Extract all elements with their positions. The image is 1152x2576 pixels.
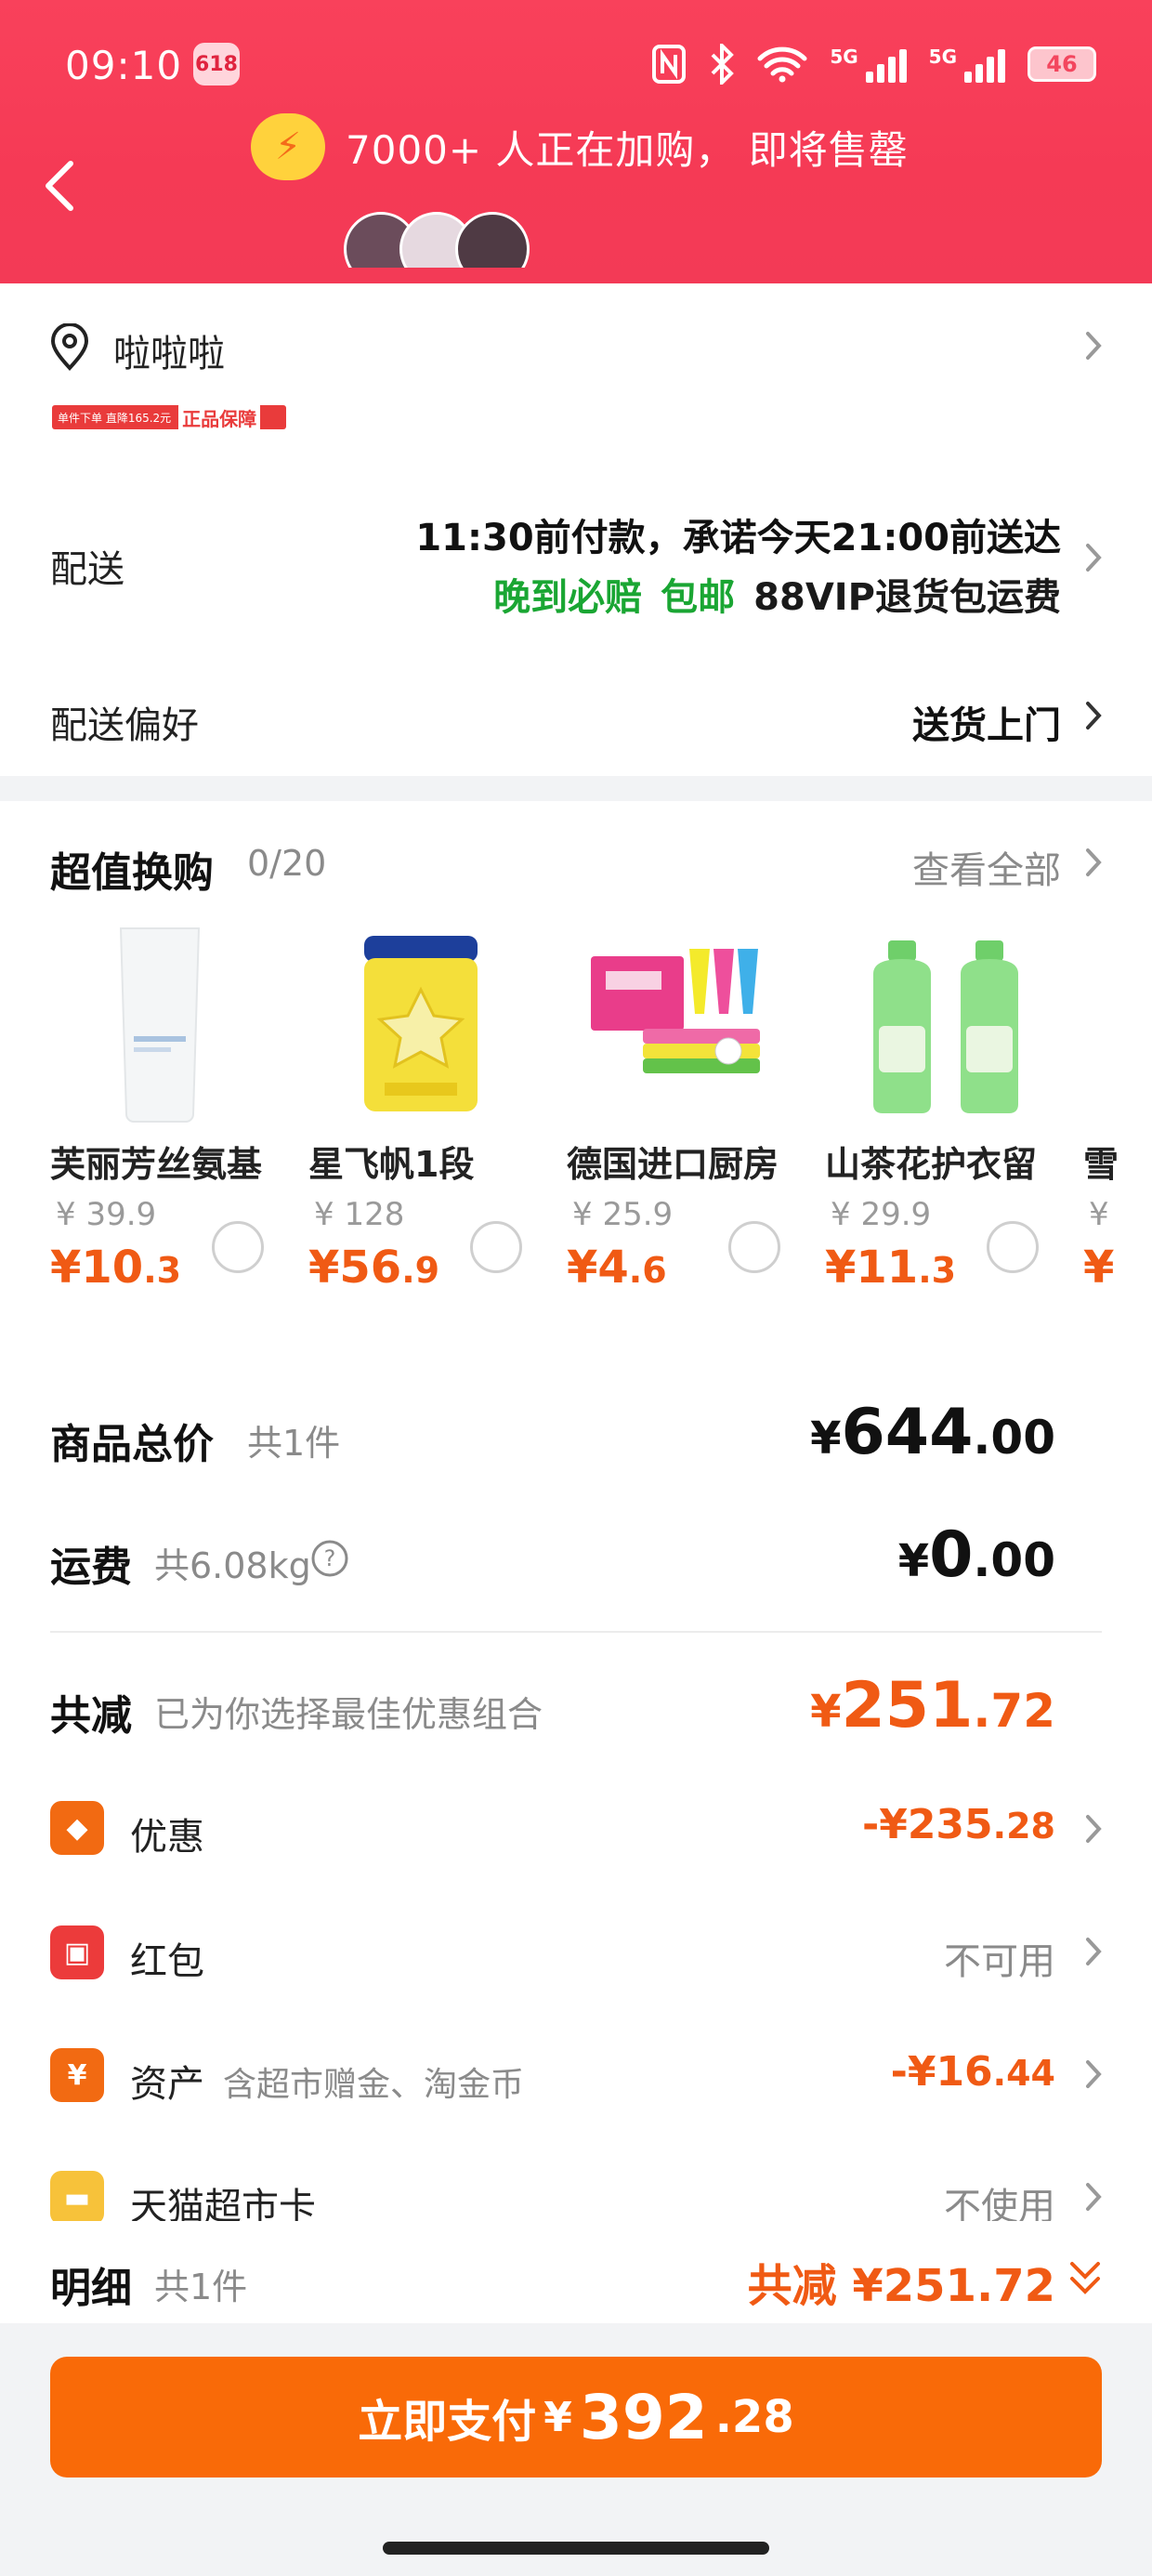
product-image-bottles[interactable] [864, 937, 1050, 1118]
price-decimal: .3 [918, 1250, 957, 1291]
discount-tag-icon: ◆ [50, 1801, 104, 1855]
item-discount-value[interactable]: -¥235.28 [862, 1801, 1055, 1848]
shipping-label: 运费 [50, 1544, 132, 1591]
svg-text:?: ? [324, 1545, 336, 1571]
item-asset-sub: 含超市赠金、淘金币 [223, 2066, 525, 2104]
select-radio[interactable] [212, 1221, 264, 1273]
product-image-formula[interactable] [360, 934, 481, 1115]
exchange-count: 0/20 [247, 843, 327, 884]
yen-asset-icon: ¥ [50, 2048, 104, 2102]
return-shipping-text: 88VIP退货包运费 [753, 576, 1061, 619]
item-asset-label[interactable]: 资产 [130, 2054, 204, 2108]
product-name[interactable]: 雪 [1083, 1136, 1152, 1187]
promo-banner: ⚡ 7000+ 人正在加购， 即将售罄 [251, 113, 909, 180]
reduce-label: 共减 [50, 1692, 132, 1740]
delivery-label: 配送 [50, 548, 124, 591]
price-integer: ¥4 [567, 1242, 629, 1294]
select-radio[interactable] [470, 1221, 522, 1273]
back-icon[interactable] [41, 158, 78, 214]
shipping-amount: ¥0.00 [897, 1518, 1055, 1592]
detail-reduce[interactable]: 共减 ¥251.72 [748, 2249, 1055, 2314]
nfc-icon [652, 45, 687, 84]
item-discount-label[interactable]: 优惠 [130, 1807, 204, 1860]
price-decimal: .9 [401, 1250, 440, 1291]
select-radio[interactable] [728, 1221, 780, 1273]
product-price: ¥ [1083, 1242, 1152, 1294]
reduce-description: 已为你选择最佳优惠组合 [154, 1694, 543, 1735]
bluetooth-icon [711, 44, 735, 85]
shipping-weight: 共6.08kg [154, 1545, 311, 1586]
product-name[interactable]: 星飞帆1段 [308, 1136, 541, 1187]
address-name[interactable]: 啦啦啦 [113, 323, 225, 377]
product-original-price: ¥ [1089, 1196, 1109, 1233]
chevron-right-icon[interactable] [1083, 1812, 1104, 1846]
price-integer: ¥11 [825, 1242, 919, 1294]
detail-count: 共1件 [154, 2267, 248, 2307]
app-badge-icon: 618 [193, 43, 240, 85]
price-integer: ¥10 [50, 1242, 144, 1294]
help-icon[interactable]: ? [310, 1539, 349, 1578]
chevron-right-icon[interactable] [1083, 2057, 1104, 2091]
total-label: 商品总价 [50, 1421, 214, 1468]
buyer-avatars [344, 212, 622, 268]
status-icons: 5G 5G 46 [651, 39, 1096, 89]
lightning-icon: ⚡ [251, 113, 325, 180]
item-redpacket-value[interactable]: 不可用 [944, 1931, 1055, 1985]
product-image-cleanser[interactable] [113, 925, 206, 1124]
select-radio[interactable] [987, 1221, 1039, 1273]
status-time: 09:10 [65, 43, 183, 88]
see-all-link[interactable]: 查看全部 [912, 840, 1061, 894]
chevron-right-icon[interactable] [1083, 2180, 1104, 2214]
guarantee-tag: 单件下单 直降165.2元 正品保障 [52, 403, 286, 431]
red-packet-icon: ▣ [50, 1925, 104, 1979]
free-shipping-badge: 包邮 [661, 576, 736, 619]
price-integer: ¥56 [308, 1242, 402, 1294]
late-compensation-badge: 晚到必赔 [493, 576, 643, 619]
chevron-right-icon[interactable] [1083, 541, 1104, 574]
item-asset-value[interactable]: -¥16.44 [891, 2048, 1055, 2096]
preference-label: 配送偏好 [50, 704, 199, 747]
chevron-right-icon[interactable] [1083, 699, 1104, 732]
promo-text: 7000+ 人正在加购， 即将售罄 [346, 126, 909, 173]
price-decimal: .6 [628, 1250, 667, 1291]
wifi-icon [757, 46, 807, 83]
delivery-promise[interactable]: 11:30前付款，承诺今天21:00前送达 [415, 507, 1061, 561]
price-integer: ¥ [1083, 1242, 1115, 1294]
home-indicator [383, 2542, 769, 2555]
signal-2-icon: 5G [929, 46, 1005, 83]
reduce-amount: ¥251.72 [810, 1669, 1055, 1742]
product-image-towels[interactable] [587, 943, 773, 1083]
signal-1-icon: 5G [830, 46, 907, 83]
pay-now-button[interactable]: 立即支付 ¥392.28 [50, 2357, 1102, 2477]
product-name[interactable]: 芙丽芳丝氨基 [50, 1136, 282, 1187]
chevron-right-icon[interactable] [1083, 1935, 1104, 1968]
chevron-right-icon[interactable] [1083, 846, 1104, 879]
total-amount: ¥644.00 [810, 1396, 1055, 1469]
detail-label: 明细 [50, 2265, 132, 2312]
product-name[interactable]: 山茶花护衣留 [825, 1136, 1057, 1187]
product-name[interactable]: 德国进口厨房 [567, 1136, 799, 1187]
exchange-title: 超值换购 [50, 849, 214, 897]
price-decimal: .3 [143, 1250, 182, 1291]
total-count: 共1件 [247, 1423, 341, 1464]
preference-value[interactable]: 送货上门 [912, 695, 1061, 749]
location-pin-icon [50, 323, 89, 371]
card-icon: ▬ [50, 2171, 104, 2225]
delivery-badges[interactable]: 晚到必赔 包邮 88VIP退货包运费 [493, 567, 1061, 621]
item-redpacket-label[interactable]: 红包 [130, 1931, 204, 1985]
divider [50, 1631, 1102, 1633]
chevron-right-icon[interactable] [1083, 329, 1104, 362]
chevron-double-down-icon[interactable] [1067, 2258, 1104, 2299]
battery-icon: 46 [1028, 46, 1096, 82]
